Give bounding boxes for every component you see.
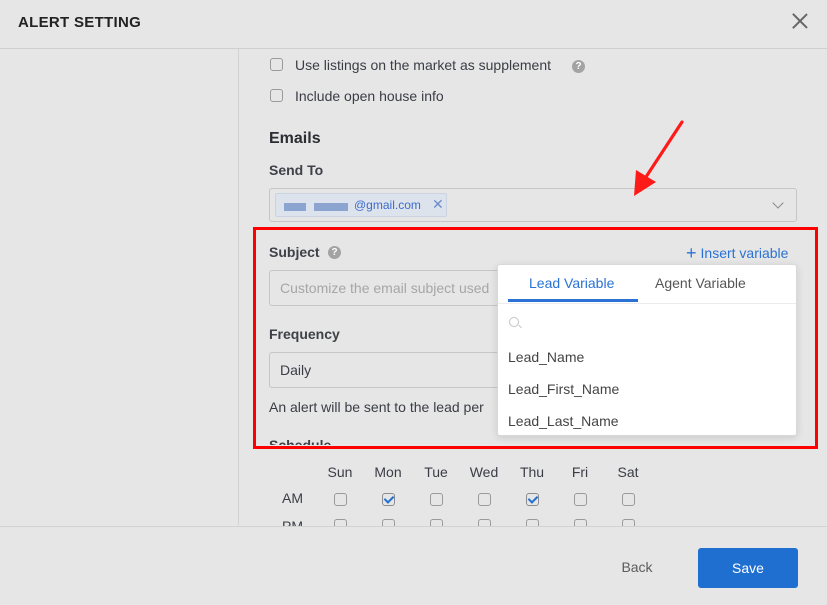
variable-option[interactable]: Lead_First_Name xyxy=(508,381,619,397)
supplement-label: Use listings on the market as supplement xyxy=(295,57,552,73)
tab-lead-variable[interactable]: Lead Variable xyxy=(529,275,614,291)
help-icon[interactable]: ? xyxy=(328,246,341,259)
supplement-checkbox[interactable] xyxy=(270,58,283,71)
pm-row-clip: PM xyxy=(0,518,827,526)
variable-option[interactable]: Lead_Name xyxy=(508,349,584,365)
emails-heading: Emails xyxy=(269,130,321,147)
day-header-sat: Sat xyxy=(617,464,639,480)
frequency-select[interactable]: Daily xyxy=(269,352,505,388)
blurred-email-part xyxy=(314,203,348,211)
day-header-fri: Fri xyxy=(571,464,589,480)
dialog-header: ALERT SETTING xyxy=(0,0,827,49)
subject-input[interactable]: Customize the email subject used xyxy=(269,270,505,306)
send-to-select[interactable]: @gmail.com ✕ xyxy=(269,188,797,222)
day-header-thu: Thu xyxy=(519,464,545,480)
insert-variable-button[interactable]: + Insert variable xyxy=(686,243,788,264)
day-header-wed: Wed xyxy=(469,464,499,480)
frequency-value: Daily xyxy=(280,362,312,378)
pm-checkbox[interactable] xyxy=(574,519,587,526)
remove-chip-icon[interactable]: ✕ xyxy=(432,196,444,213)
annotation-arrow-icon xyxy=(634,120,684,196)
recipient-chip: @gmail.com ✕ xyxy=(275,193,447,217)
day-header-tue: Tue xyxy=(424,464,448,480)
pm-checkbox[interactable] xyxy=(478,519,491,526)
am-checkbox-tue[interactable] xyxy=(430,493,443,506)
am-checkbox-thu[interactable] xyxy=(526,493,539,506)
pm-checkbox[interactable] xyxy=(622,519,635,526)
back-button[interactable]: Back xyxy=(606,559,668,579)
variable-dropdown: Lead Variable Agent Variable Lead_Name L… xyxy=(497,264,797,436)
variable-option[interactable]: Lead_Last_Name xyxy=(508,413,619,429)
left-panel xyxy=(0,49,239,525)
plus-icon: + xyxy=(686,243,697,263)
pm-checkbox[interactable] xyxy=(382,519,395,526)
am-checkbox-wed[interactable] xyxy=(478,493,491,506)
open-house-checkbox[interactable] xyxy=(270,89,283,102)
tab-divider xyxy=(498,303,796,304)
schedule-label: Schedule xyxy=(269,437,332,445)
schedule-label-wrap: Schedule xyxy=(269,434,469,445)
open-house-label: Include open house info xyxy=(295,88,444,104)
search-icon[interactable] xyxy=(509,317,519,327)
subject-label: Subject xyxy=(269,244,320,260)
blurred-email-part xyxy=(284,203,306,211)
help-icon[interactable]: ? xyxy=(572,60,585,73)
recipient-email: @gmail.com xyxy=(354,198,421,212)
close-icon[interactable] xyxy=(791,12,809,30)
am-checkbox-sat[interactable] xyxy=(622,493,635,506)
dialog-title: ALERT SETTING xyxy=(18,14,142,31)
tab-agent-variable[interactable]: Agent Variable xyxy=(655,275,746,291)
dialog-footer: Back Save xyxy=(0,526,827,605)
pm-label: PM xyxy=(282,518,303,526)
day-header-sun: Sun xyxy=(327,464,353,480)
save-button[interactable]: Save xyxy=(698,548,798,588)
frequency-hint: An alert will be sent to the lead per xyxy=(269,399,484,415)
pm-checkbox[interactable] xyxy=(334,519,347,526)
insert-variable-label: Insert variable xyxy=(700,245,789,261)
active-tab-indicator xyxy=(508,299,638,302)
send-to-label: Send To xyxy=(269,162,324,178)
frequency-label: Frequency xyxy=(269,326,340,342)
pm-checkbox[interactable] xyxy=(526,519,539,526)
subject-placeholder: Customize the email subject used xyxy=(280,280,490,296)
day-header-mon: Mon xyxy=(374,464,402,480)
chevron-down-icon[interactable] xyxy=(772,197,784,209)
am-checkbox-sun[interactable] xyxy=(334,493,347,506)
pm-checkbox[interactable] xyxy=(430,519,443,526)
am-label: AM xyxy=(282,490,303,506)
am-checkbox-fri[interactable] xyxy=(574,493,587,506)
am-checkbox-mon[interactable] xyxy=(382,493,395,506)
